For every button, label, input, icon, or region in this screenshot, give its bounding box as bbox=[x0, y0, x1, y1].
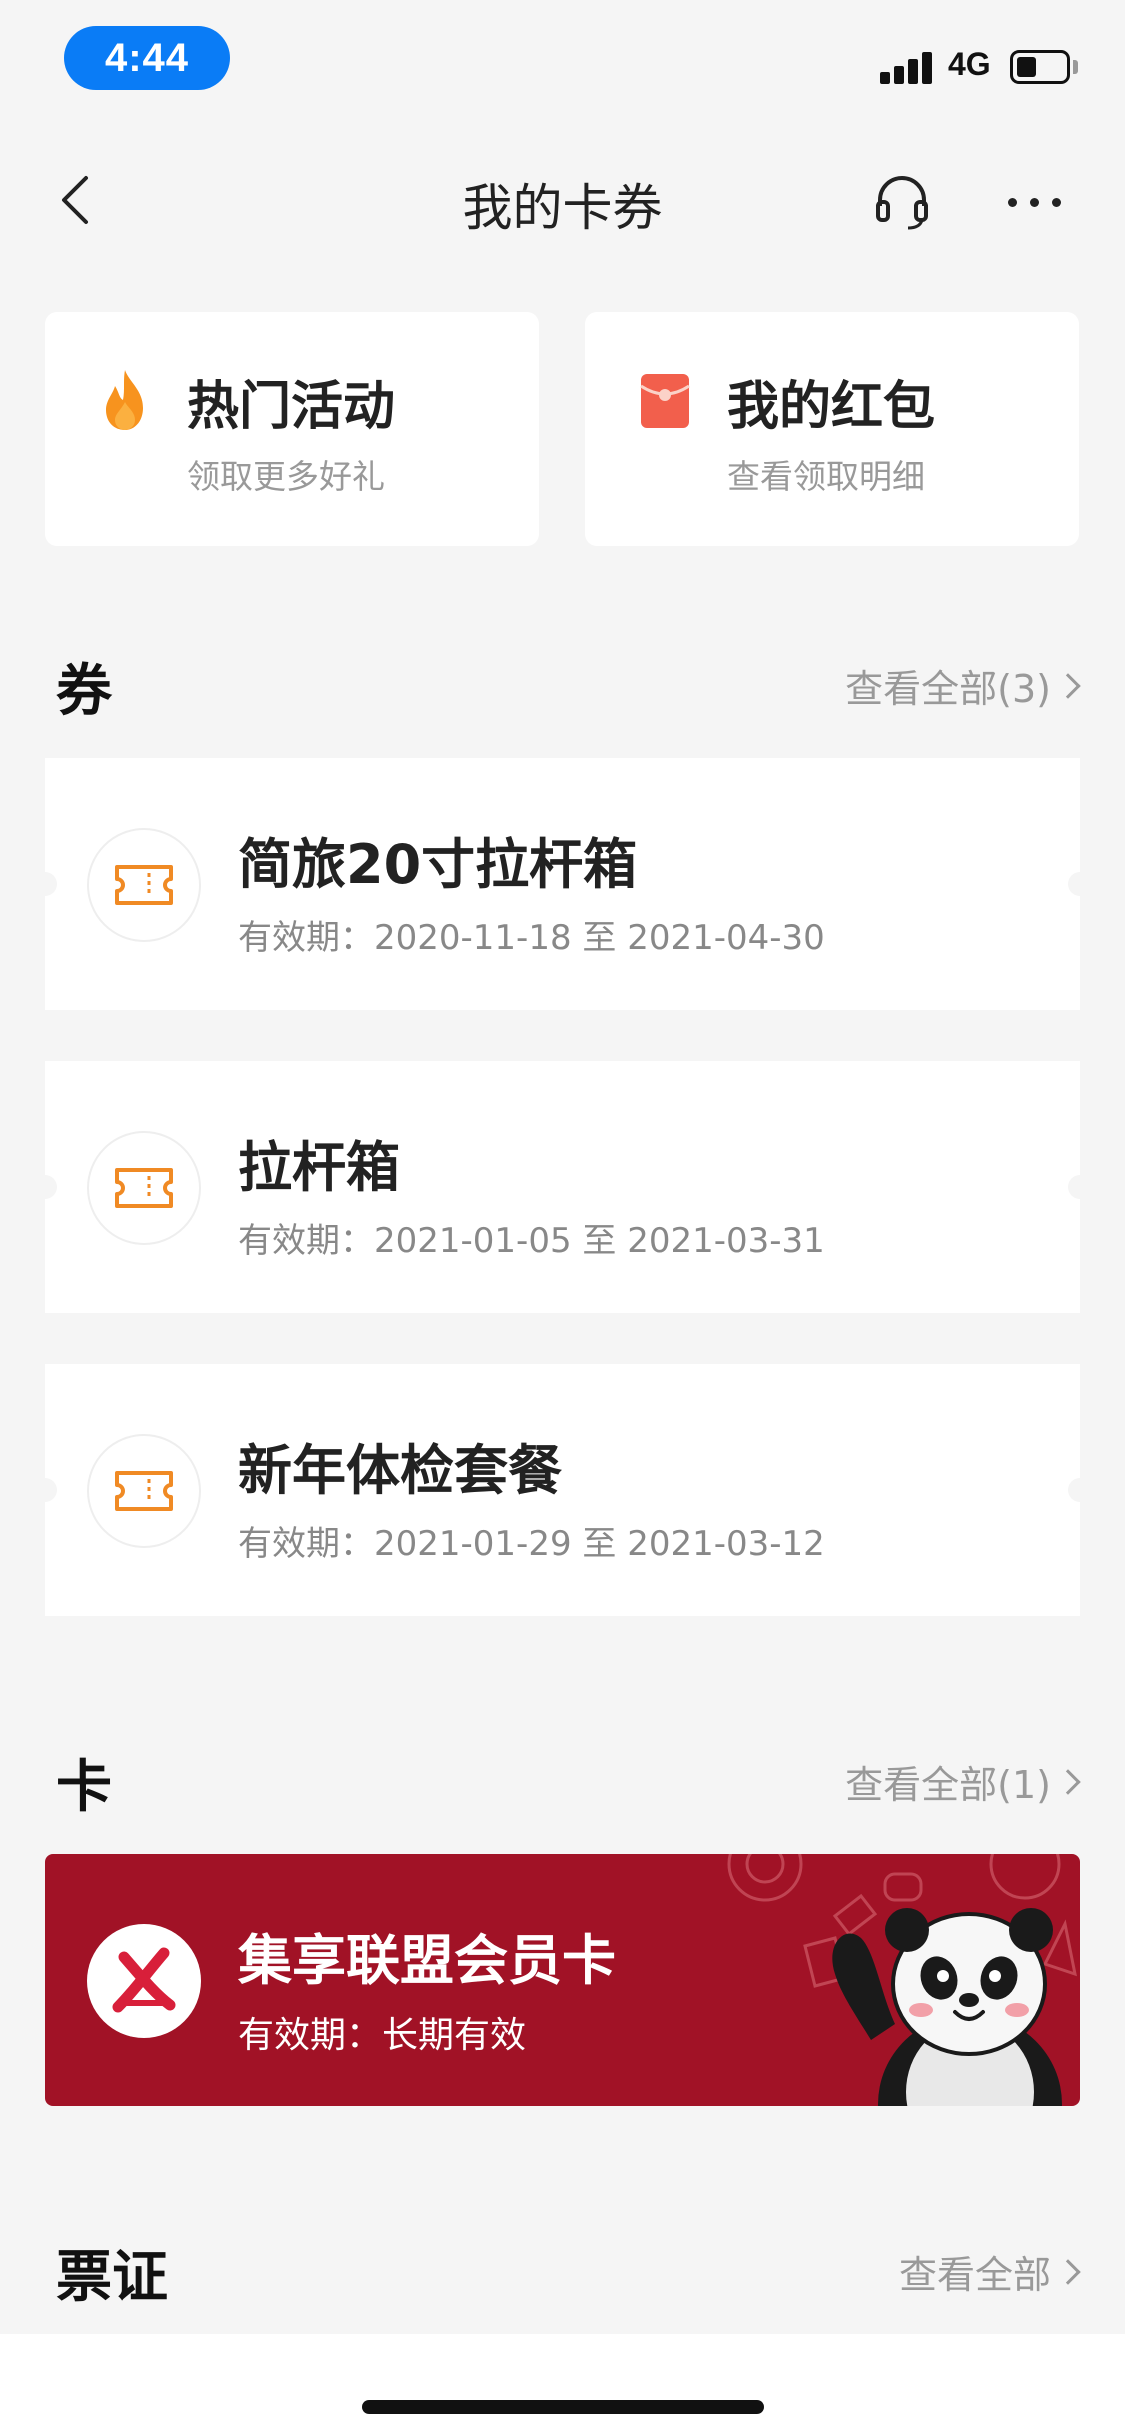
ticket-icon bbox=[115, 1168, 173, 1208]
tickets-view-all-label: 查看全部 bbox=[898, 2253, 1051, 2297]
coupon-validity-label: 有效期： bbox=[238, 1221, 374, 1261]
coupon-icon-badge bbox=[87, 1131, 201, 1245]
member-card[interactable]: 集享联盟会员卡 有效期：长期有效 bbox=[45, 1854, 1080, 2106]
cards-section-title: 卡 bbox=[56, 1755, 112, 1820]
cards-view-all-link[interactable]: 查看全部(1) bbox=[845, 1754, 1081, 1809]
flame-icon bbox=[106, 370, 143, 430]
coupon-card[interactable]: 新年体检套餐 有效期：2021-01-29 至 2021-03-12 bbox=[45, 1364, 1080, 1616]
hot-activities-title: 热门活动 bbox=[187, 377, 396, 437]
ticket-icon bbox=[115, 865, 173, 905]
coupon-validity-label: 有效期： bbox=[238, 918, 374, 958]
coupon-validity-dates: 2021-01-29 至 2021-03-12 bbox=[374, 1524, 825, 1564]
coupon-validity: 有效期：2020-11-18 至 2021-04-30 bbox=[238, 910, 825, 959]
home-indicator[interactable] bbox=[362, 2400, 764, 2414]
coupon-card[interactable]: 简旅20寸拉杆箱 有效期：2020-11-18 至 2021-04-30 bbox=[45, 758, 1080, 1010]
tickets-section-title: 票证 bbox=[56, 2245, 168, 2310]
coupon-notch bbox=[45, 1175, 57, 1199]
cards-view-all-label: 查看全部(1) bbox=[845, 1763, 1051, 1807]
coupon-title: 新年体检套餐 bbox=[238, 1439, 562, 1502]
coupon-notch bbox=[1068, 872, 1080, 896]
red-envelope-title: 我的红包 bbox=[727, 377, 936, 437]
status-bar: 4:44 4G bbox=[0, 0, 1125, 100]
coupon-validity: 有效期：2021-01-05 至 2021-03-31 bbox=[238, 1213, 825, 1262]
coupon-notch bbox=[1068, 1175, 1080, 1199]
coupon-title: 拉杆箱 bbox=[238, 1136, 400, 1199]
battery-tip bbox=[1073, 60, 1078, 74]
coupon-notch bbox=[1068, 1478, 1080, 1502]
member-card-validity: 有效期：长期有效 bbox=[238, 2006, 526, 2058]
coupons-view-all-link[interactable]: 查看全部(3) bbox=[845, 658, 1081, 713]
red-envelope-icon bbox=[640, 374, 690, 428]
home-indicator-area bbox=[0, 2334, 1125, 2436]
red-envelope-card[interactable]: 我的红包 查看领取明细 bbox=[585, 312, 1079, 546]
more-button[interactable] bbox=[1000, 182, 1070, 222]
member-card-title: 集享联盟会员卡 bbox=[238, 1929, 616, 1992]
alliance-logo-icon bbox=[112, 1947, 176, 2013]
coupon-validity: 有效期：2021-01-29 至 2021-03-12 bbox=[238, 1516, 825, 1565]
hot-activities-subtitle: 领取更多好礼 bbox=[187, 457, 385, 496]
coupon-notch bbox=[45, 872, 57, 896]
headset-icon bbox=[876, 176, 928, 230]
chevron-right-icon bbox=[1055, 672, 1081, 699]
coupon-validity-dates: 2020-11-18 至 2021-04-30 bbox=[374, 918, 825, 958]
tickets-view-all-link[interactable]: 查看全部 bbox=[898, 2244, 1081, 2299]
tickets-section-header: 票证 查看全部 bbox=[0, 2224, 1125, 2310]
network-type: 4G bbox=[948, 46, 991, 82]
chevron-right-icon bbox=[1055, 2258, 1081, 2285]
member-card-validity-label: 有效期： bbox=[238, 2015, 383, 2056]
customer-service-button[interactable] bbox=[872, 172, 932, 232]
member-card-validity-value: 长期有效 bbox=[382, 2015, 527, 2056]
coupon-card[interactable]: 拉杆箱 有效期：2021-01-05 至 2021-03-31 bbox=[45, 1061, 1080, 1313]
battery-icon bbox=[1010, 50, 1070, 84]
coupon-validity-dates: 2021-01-05 至 2021-03-31 bbox=[374, 1221, 825, 1261]
cards-section-header: 卡 查看全部(1) bbox=[0, 1734, 1125, 1820]
coupon-validity-label: 有效期： bbox=[238, 1524, 374, 1564]
chevron-right-icon bbox=[1055, 1768, 1081, 1795]
member-card-logo bbox=[87, 1924, 201, 2038]
coupons-view-all-label: 查看全部(3) bbox=[845, 667, 1051, 711]
page-title: 我的卡券 bbox=[462, 179, 663, 237]
ticket-icon bbox=[115, 1471, 173, 1511]
coupon-notch bbox=[45, 1478, 57, 1502]
red-envelope-subtitle: 查看领取明细 bbox=[727, 457, 925, 496]
hot-activities-card[interactable]: 热门活动 领取更多好礼 bbox=[45, 312, 539, 546]
nav-bar: 我的卡券 bbox=[0, 140, 1125, 260]
coupons-section-header: 券 查看全部(3) bbox=[0, 638, 1125, 724]
battery-level bbox=[1017, 57, 1037, 77]
panda-mascot-illustration bbox=[727, 1854, 1077, 2106]
coupon-icon-badge bbox=[87, 828, 201, 942]
status-time: 4:44 bbox=[64, 26, 230, 90]
coupon-title: 简旅20寸拉杆箱 bbox=[238, 833, 638, 896]
coupon-icon-badge bbox=[87, 1434, 201, 1548]
coupons-section-title: 券 bbox=[56, 659, 112, 724]
signal-icon bbox=[880, 50, 936, 84]
